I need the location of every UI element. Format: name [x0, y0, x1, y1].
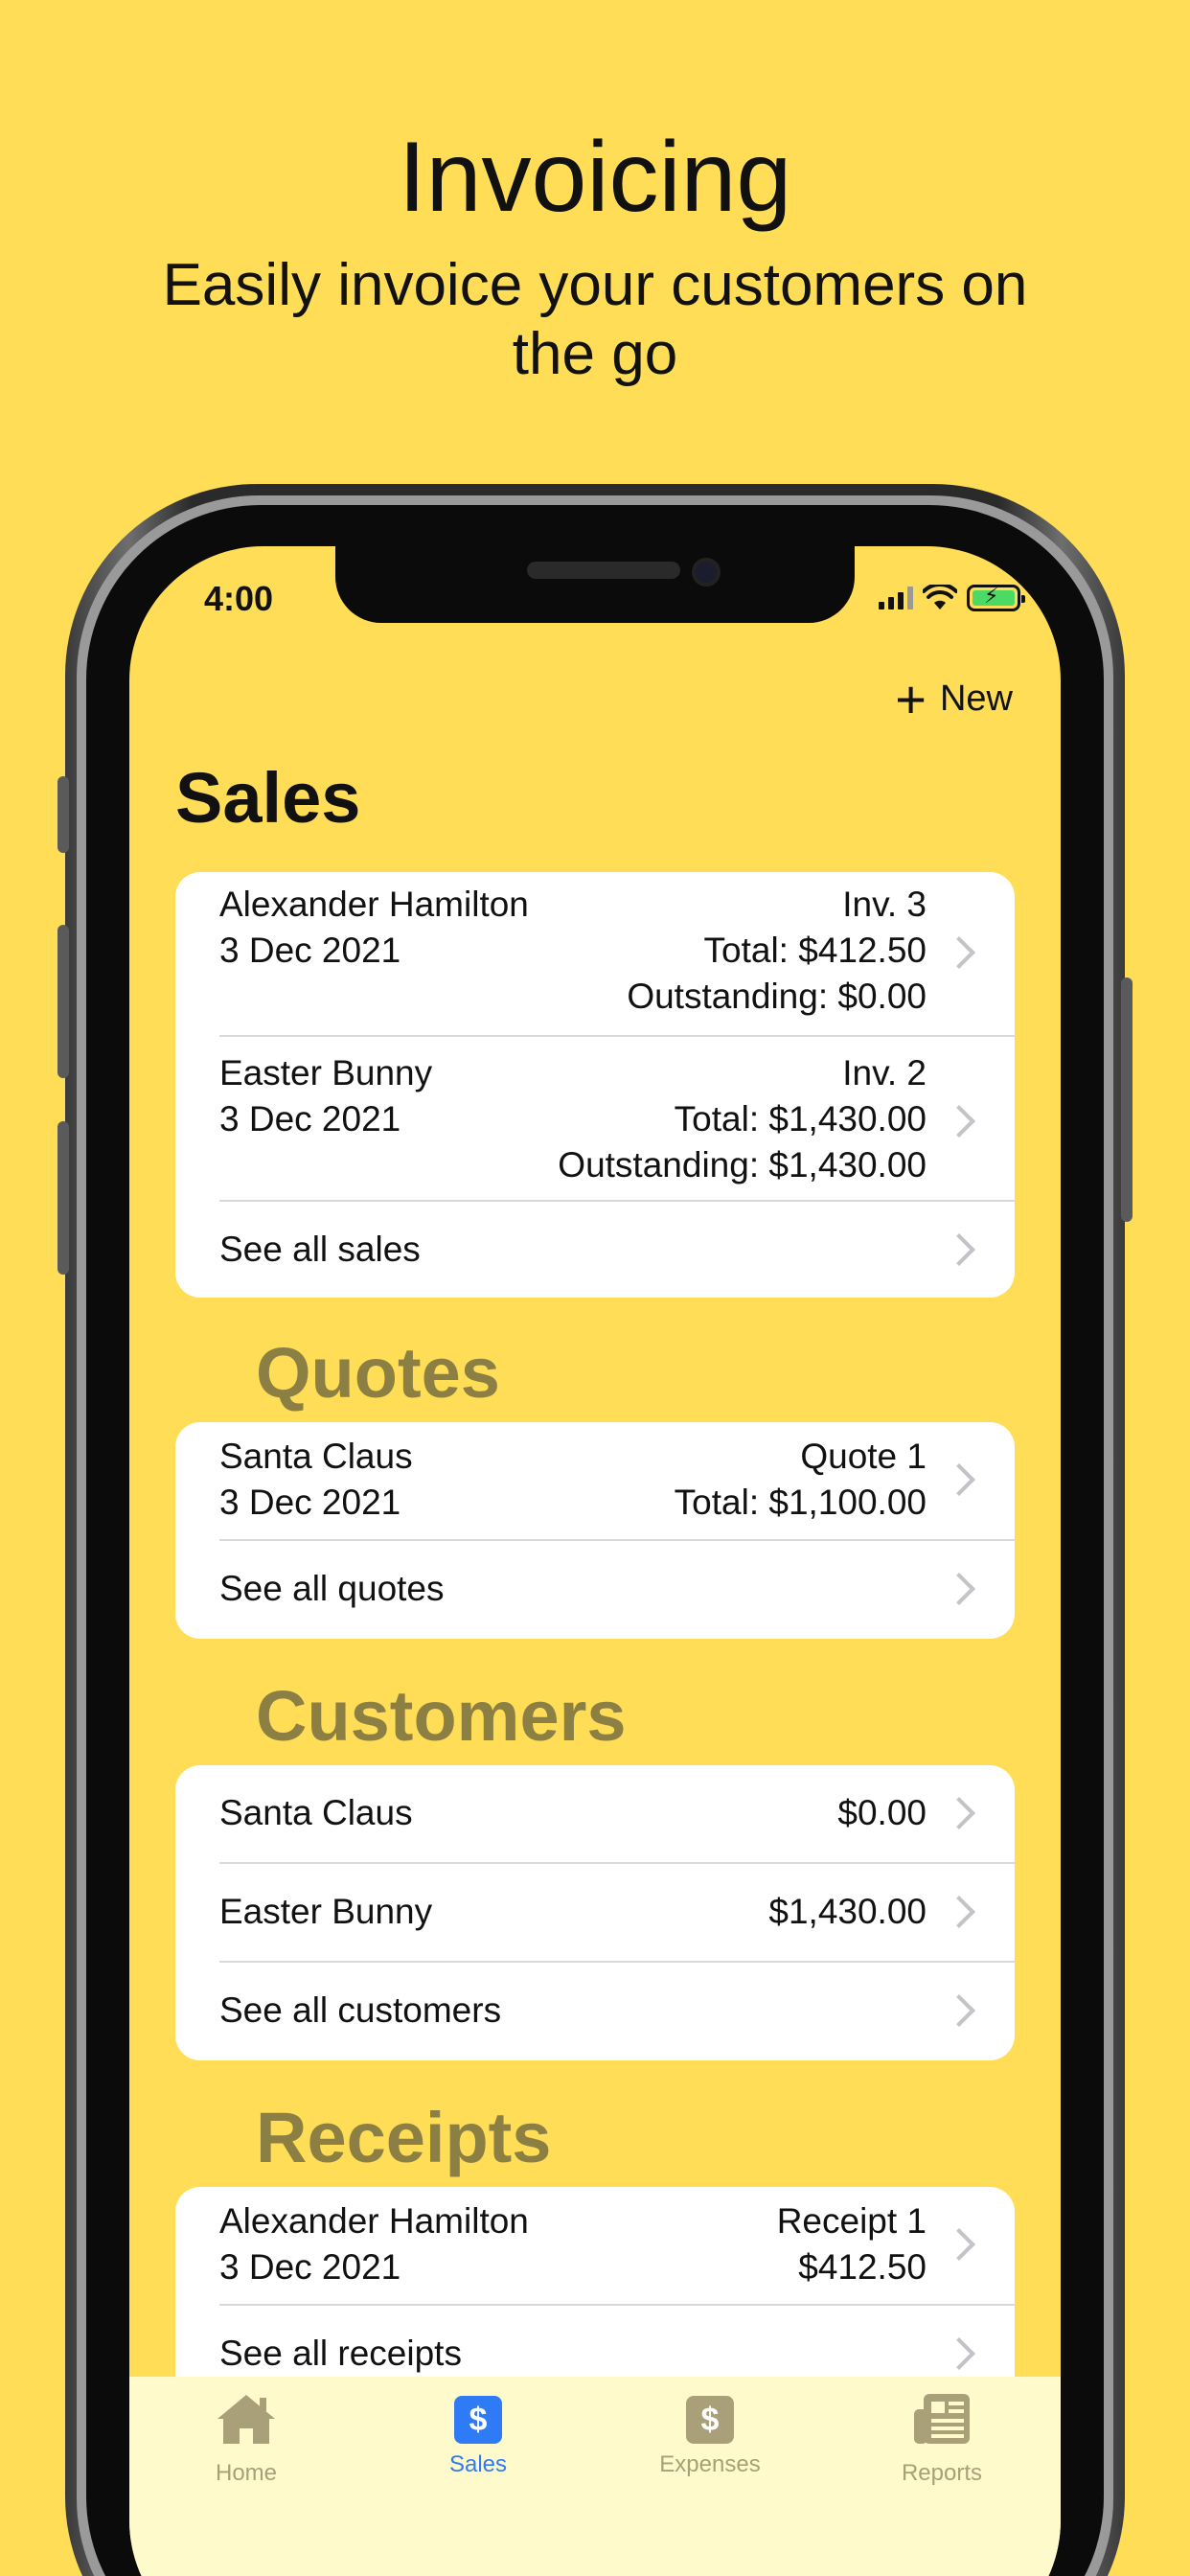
house-icon [217, 2395, 275, 2444]
chevron-right-icon [943, 1797, 975, 1829]
power-button [1121, 978, 1133, 1222]
chevron-right-icon [943, 1994, 975, 2027]
mute-switch [57, 776, 69, 853]
tab-home[interactable]: Home [179, 2392, 313, 2487]
tab-expenses-label: Expenses [659, 2451, 761, 2477]
chevron-right-icon [943, 1105, 975, 1138]
quote-date: 3 Dec 2021 [219, 1483, 401, 1522]
sale-customer: Alexander Hamilton [219, 885, 529, 924]
receipt-date: 3 Dec 2021 [219, 2247, 401, 2287]
status-icons [879, 584, 1025, 611]
quotes-title: Quotes [256, 1333, 500, 1413]
see-all-quotes[interactable]: See all quotes [219, 1541, 1015, 1639]
sale-total: Total: $412.50 [703, 931, 927, 970]
tab-reports-label: Reports [901, 2460, 983, 2486]
dollar-icon: $ [454, 2396, 502, 2444]
see-all-sales-label: See all sales [219, 1230, 421, 1269]
newspaper-icon [914, 2394, 970, 2444]
new-button[interactable]: + New [895, 668, 1013, 729]
volume-down-button [57, 1121, 69, 1275]
quotes-card: Santa Claus 3 Dec 2021 Quote 1 Total: $1… [175, 1422, 1015, 1639]
customer-name: Santa Claus [219, 1793, 413, 1832]
sale-customer: Easter Bunny [219, 1053, 433, 1092]
plus-icon: + [895, 668, 927, 729]
receipt-amount: $412.50 [798, 2247, 927, 2287]
tab-reports[interactable]: Reports [875, 2392, 1009, 2487]
signal-icon [879, 586, 913, 610]
see-all-customers-label: See all customers [219, 1990, 502, 2030]
chevron-right-icon [943, 1463, 975, 1496]
see-all-sales[interactable]: See all sales [219, 1202, 1015, 1298]
wifi-icon [923, 585, 957, 610]
new-button-label: New [939, 678, 1013, 719]
see-all-customers[interactable]: See all customers [219, 1963, 1015, 2060]
customers-card: Santa Claus $0.00 Easter Bunny $1,430.00… [175, 1765, 1015, 2060]
quote-total: Total: $1,100.00 [674, 1483, 927, 1522]
chevron-right-icon [943, 1896, 975, 1928]
customer-balance: $0.00 [837, 1793, 927, 1832]
sales-card: Alexander Hamilton 3 Dec 2021 Inv. 3 Tot… [175, 872, 1015, 1298]
chevron-right-icon [943, 936, 975, 969]
sale-number: Inv. 3 [842, 885, 927, 924]
sale-date: 3 Dec 2021 [219, 1099, 401, 1138]
tab-bar: Home $ Sales $ Expenses Reports [129, 2377, 1061, 2576]
promo-title: Invoicing [398, 122, 792, 233]
receipt-customer: Alexander Hamilton [219, 2201, 529, 2241]
receipt-row[interactable]: Alexander Hamilton 3 Dec 2021 Receipt 1 … [219, 2187, 1015, 2306]
sales-title: Sales [175, 758, 361, 838]
front-camera [692, 558, 721, 586]
sale-date: 3 Dec 2021 [219, 931, 401, 970]
tab-sales[interactable]: $ Sales [411, 2392, 545, 2478]
sale-row[interactable]: Easter Bunny 3 Dec 2021 Inv. 2 Total: $1… [219, 1037, 1015, 1202]
volume-up-button [57, 925, 69, 1078]
chevron-right-icon [943, 1233, 975, 1266]
customers-title: Customers [256, 1676, 627, 1756]
quote-row[interactable]: Santa Claus 3 Dec 2021 Quote 1 Total: $1… [219, 1422, 1015, 1541]
chevron-right-icon [943, 1573, 975, 1605]
sale-row[interactable]: Alexander Hamilton 3 Dec 2021 Inv. 3 Tot… [219, 872, 1015, 1037]
customer-row[interactable]: Santa Claus $0.00 [219, 1765, 1015, 1864]
notch [335, 546, 855, 623]
sale-total: Total: $1,430.00 [674, 1099, 927, 1138]
chevron-right-icon [943, 2337, 975, 2370]
quote-number: Quote 1 [800, 1437, 927, 1476]
status-time: 4:00 [204, 579, 274, 618]
sale-outstanding: Outstanding: $0.00 [627, 977, 927, 1016]
receipts-title: Receipts [256, 2098, 552, 2177]
tab-sales-label: Sales [448, 2451, 508, 2477]
sale-number: Inv. 2 [842, 1053, 927, 1092]
tab-home-label: Home [215, 2460, 278, 2486]
promo-subtitle: Easily invoice your customers on the go [162, 252, 1028, 387]
receipt-number: Receipt 1 [776, 2201, 927, 2241]
sale-outstanding: Outstanding: $1,430.00 [558, 1145, 927, 1184]
dollar-icon: $ [686, 2396, 734, 2444]
see-all-quotes-label: See all quotes [219, 1569, 445, 1608]
chevron-right-icon [943, 2228, 975, 2261]
customer-balance: $1,430.00 [768, 1892, 927, 1931]
see-all-receipts-label: See all receipts [219, 2334, 462, 2373]
customer-row[interactable]: Easter Bunny $1,430.00 [219, 1864, 1015, 1963]
phone-screen: 4:00 + New Sales Alexander Hamilton 3 De… [129, 546, 1061, 2576]
battery-icon [967, 584, 1025, 611]
quote-customer: Santa Claus [219, 1437, 413, 1476]
customer-name: Easter Bunny [219, 1892, 433, 1931]
tab-expenses[interactable]: $ Expenses [643, 2392, 777, 2478]
